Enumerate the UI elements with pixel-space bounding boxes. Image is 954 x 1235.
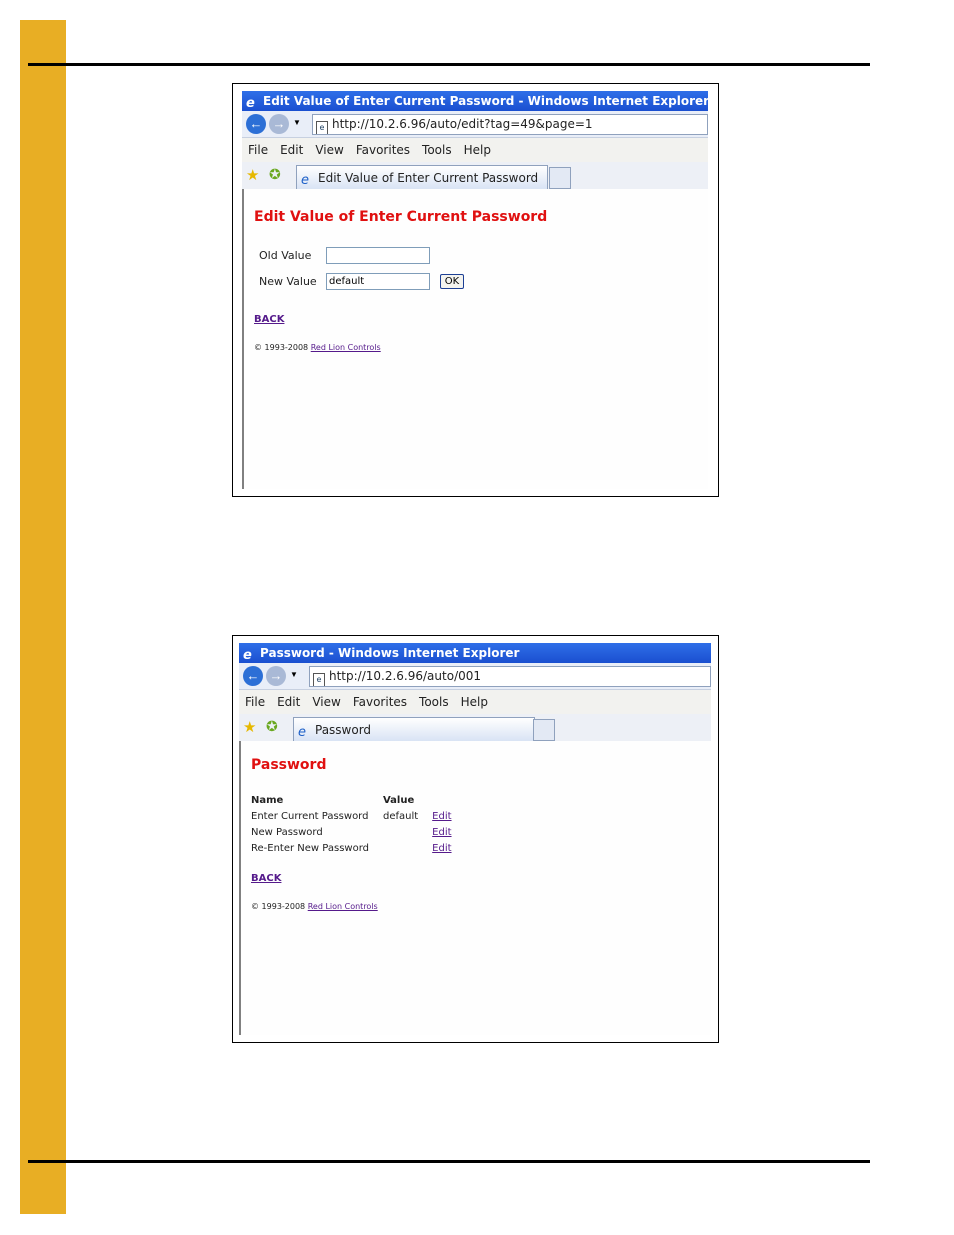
favorites-star-icon[interactable]: ★ bbox=[243, 718, 256, 736]
address-text: http://10.2.6.96/auto/edit?tag=49&page=1 bbox=[332, 117, 593, 131]
address-bar[interactable]: e http://10.2.6.96/auto/001 bbox=[309, 666, 711, 687]
favorites-row: ★ ✪ e Password bbox=[239, 714, 711, 744]
address-row: ← → ▼ e http://10.2.6.96/auto/edit?tag=49… bbox=[242, 111, 708, 138]
tab-ie-icon: e bbox=[301, 173, 309, 188]
address-text: http://10.2.6.96/auto/001 bbox=[329, 669, 482, 683]
menu-file[interactable]: File bbox=[245, 695, 265, 709]
copyright-text: © 1993-2008 bbox=[251, 902, 306, 911]
copyright: © 1993-2008 Red Lion Controls bbox=[251, 902, 378, 911]
row-value: default bbox=[382, 810, 419, 822]
menu-view[interactable]: View bbox=[315, 143, 343, 157]
new-tab-button[interactable] bbox=[533, 719, 555, 741]
red-lion-link[interactable]: Red Lion Controls bbox=[311, 343, 381, 352]
edit-link[interactable]: Edit bbox=[432, 843, 451, 854]
copyright-text: © 1993-2008 bbox=[254, 343, 309, 352]
new-value-field[interactable]: default bbox=[326, 273, 430, 290]
back-arrow-icon[interactable]: ← bbox=[243, 666, 263, 686]
menu-edit[interactable]: Edit bbox=[280, 143, 303, 157]
column-header-value: Value bbox=[382, 794, 415, 806]
forward-arrow-icon[interactable]: → bbox=[266, 666, 286, 686]
page-icon: e bbox=[313, 673, 325, 686]
menu-edit[interactable]: Edit bbox=[277, 695, 300, 709]
back-link[interactable]: BACK bbox=[254, 314, 284, 325]
window-title: Password - Windows Internet Explorer bbox=[260, 646, 520, 660]
add-favorite-icon[interactable]: ✪ bbox=[269, 166, 281, 183]
title-bar: e Edit Value of Enter Current Password - … bbox=[242, 91, 708, 111]
ie-logo-icon: e bbox=[246, 96, 255, 111]
header-rule bbox=[28, 63, 870, 66]
menu-tools[interactable]: Tools bbox=[419, 695, 449, 709]
page-heading: Password bbox=[251, 757, 327, 773]
new-value-label: New Value bbox=[259, 275, 317, 288]
menu-bar: File Edit View Favorites Tools Help bbox=[242, 138, 708, 162]
edit-link[interactable]: Edit bbox=[432, 827, 451, 838]
browser-tab[interactable]: e Password bbox=[293, 717, 535, 742]
footer-rule bbox=[28, 1160, 870, 1163]
history-dropdown-icon[interactable]: ▼ bbox=[290, 670, 298, 679]
gold-side-bar bbox=[20, 20, 66, 1214]
table-header-row: Name Value bbox=[251, 793, 466, 809]
password-table: Name Value Enter Current Password defaul… bbox=[251, 793, 466, 857]
menu-tools[interactable]: Tools bbox=[422, 143, 452, 157]
row-name: Re-Enter New Password bbox=[251, 842, 369, 854]
new-tab-button[interactable] bbox=[549, 167, 571, 189]
red-lion-link[interactable]: Red Lion Controls bbox=[308, 902, 378, 911]
browser-window: e Password - Windows Internet Explorer ← … bbox=[239, 643, 711, 1035]
table-row: Enter Current Password default Edit bbox=[251, 809, 466, 825]
ie-logo-icon: e bbox=[243, 648, 252, 663]
copyright: © 1993-2008 Red Lion Controls bbox=[254, 343, 381, 352]
ok-button[interactable]: OK bbox=[440, 274, 464, 289]
row-name: Enter Current Password bbox=[251, 810, 369, 822]
table-row: Re-Enter New Password Edit bbox=[251, 841, 466, 857]
menu-bar: File Edit View Favorites Tools Help bbox=[239, 690, 711, 714]
table-row: New Password Edit bbox=[251, 825, 466, 841]
screenshot-edit-value: e Edit Value of Enter Current Password - … bbox=[232, 83, 719, 497]
column-header-name: Name bbox=[251, 794, 284, 806]
tab-title: Password bbox=[315, 723, 372, 737]
page-icon: e bbox=[316, 121, 328, 134]
old-value-label: Old Value bbox=[259, 249, 312, 262]
favorites-star-icon[interactable]: ★ bbox=[246, 166, 259, 184]
back-arrow-icon[interactable]: ← bbox=[246, 114, 266, 134]
edit-link[interactable]: Edit bbox=[432, 811, 451, 822]
row-value bbox=[383, 825, 432, 841]
forward-arrow-icon[interactable]: → bbox=[269, 114, 289, 134]
page-content: Edit Value of Enter Current Password Old… bbox=[242, 189, 708, 489]
screenshot-password-list: e Password - Windows Internet Explorer ← … bbox=[232, 635, 719, 1043]
menu-favorites[interactable]: Favorites bbox=[356, 143, 410, 157]
menu-help[interactable]: Help bbox=[464, 143, 491, 157]
menu-help[interactable]: Help bbox=[461, 695, 488, 709]
history-dropdown-icon[interactable]: ▼ bbox=[293, 118, 301, 127]
row-name: New Password bbox=[251, 826, 323, 838]
address-bar[interactable]: e http://10.2.6.96/auto/edit?tag=49&page=… bbox=[312, 114, 708, 135]
back-link[interactable]: BACK bbox=[251, 873, 281, 884]
browser-window: e Edit Value of Enter Current Password - … bbox=[242, 91, 708, 489]
menu-view[interactable]: View bbox=[312, 695, 340, 709]
row-value bbox=[383, 841, 432, 857]
column-header-action bbox=[432, 793, 465, 809]
title-bar: e Password - Windows Internet Explorer bbox=[239, 643, 711, 663]
add-favorite-icon[interactable]: ✪ bbox=[266, 718, 278, 735]
menu-favorites[interactable]: Favorites bbox=[353, 695, 407, 709]
browser-tab[interactable]: e Edit Value of Enter Current Password bbox=[296, 165, 548, 190]
menu-file[interactable]: File bbox=[248, 143, 268, 157]
tab-ie-icon: e bbox=[298, 725, 306, 740]
old-value-field[interactable] bbox=[326, 247, 430, 264]
tab-title: Edit Value of Enter Current Password bbox=[318, 171, 539, 185]
favorites-row: ★ ✪ e Edit Value of Enter Current Passwor… bbox=[242, 162, 708, 192]
window-title: Edit Value of Enter Current Password - W… bbox=[263, 94, 708, 108]
page-heading: Edit Value of Enter Current Password bbox=[254, 209, 548, 225]
page-content: Password Name Value Enter Current Passwo… bbox=[239, 741, 711, 1035]
address-row: ← → ▼ e http://10.2.6.96/auto/001 bbox=[239, 663, 711, 690]
